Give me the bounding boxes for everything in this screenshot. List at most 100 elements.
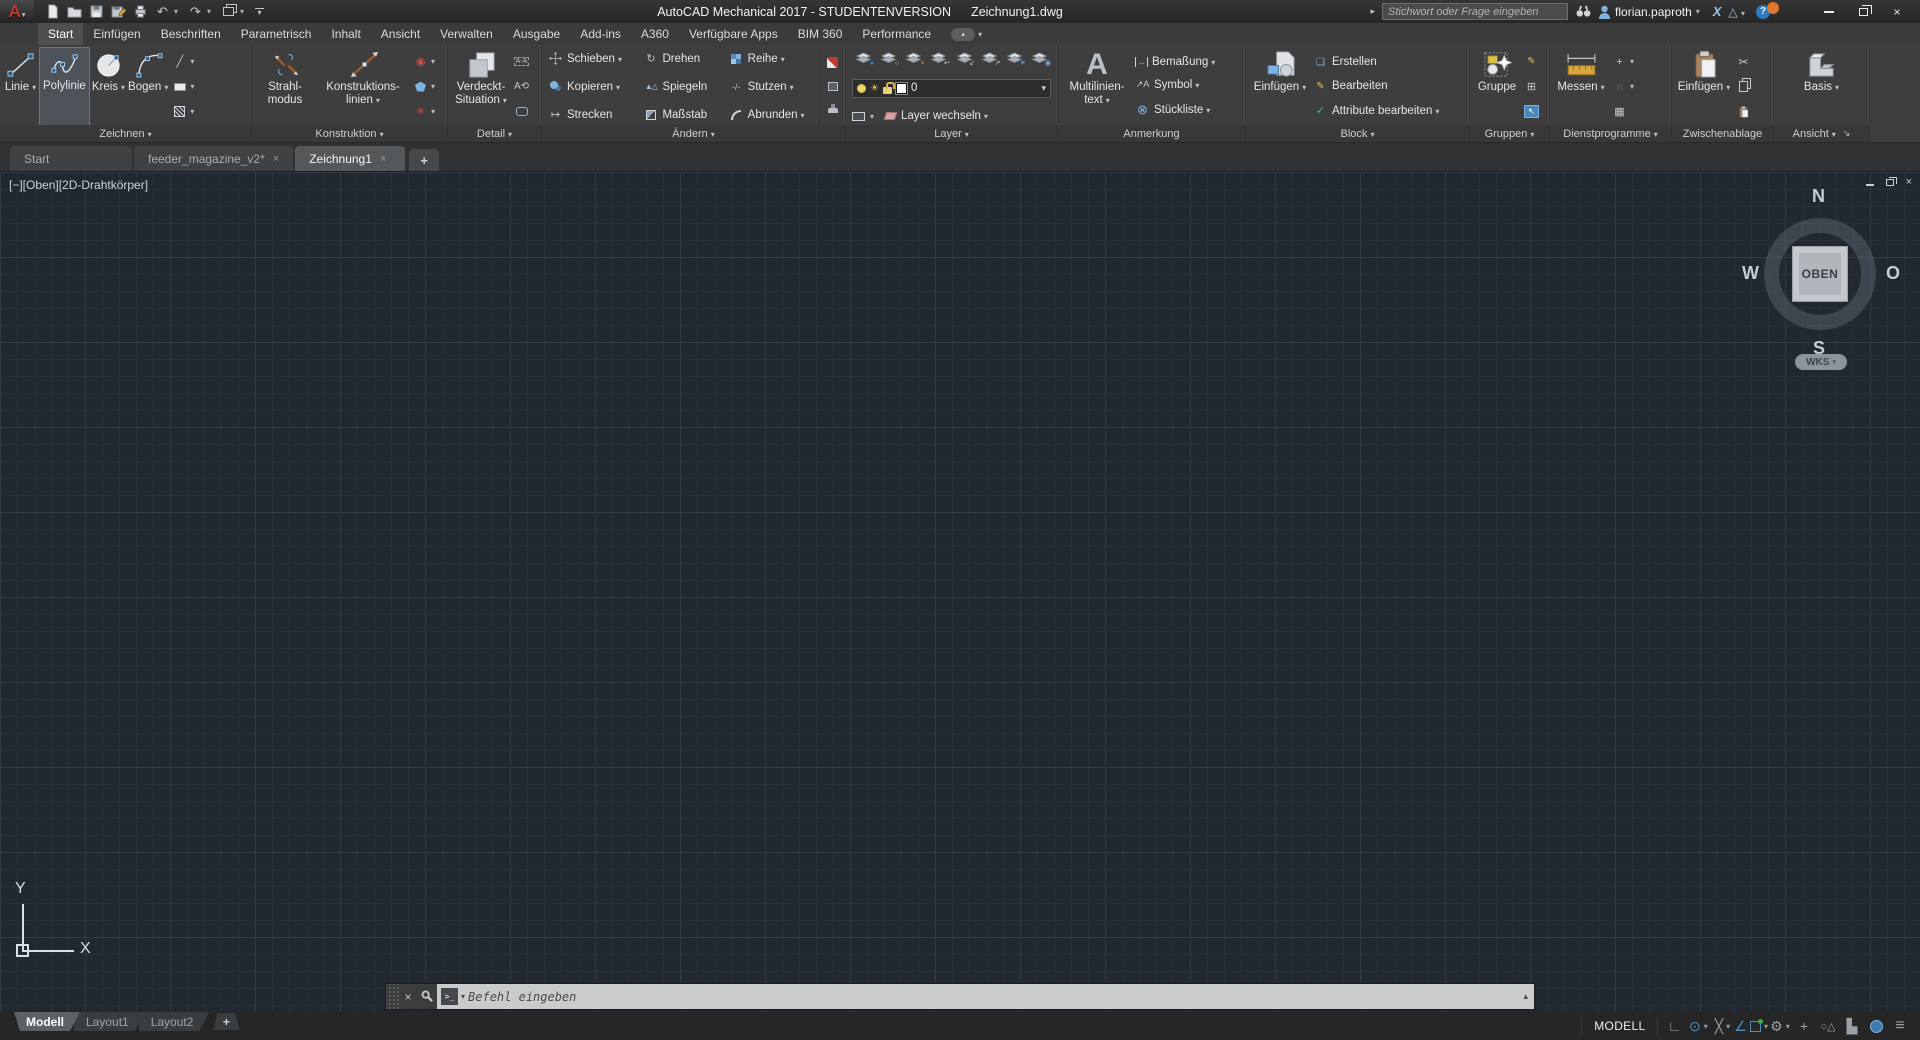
autodesk-exchange-button[interactable]: X bbox=[1713, 4, 1722, 19]
symbol-button[interactable]: ↗ASymbol bbox=[1135, 79, 1215, 91]
save-as-button[interactable] bbox=[108, 2, 129, 22]
mtext-button[interactable]: AMultilinien- text bbox=[1062, 48, 1132, 125]
tab-verwalten[interactable]: Verwalten bbox=[430, 23, 503, 45]
chevron-down-icon[interactable]: ▾ bbox=[1630, 57, 1634, 66]
chevron-down-icon[interactable]: ▾ bbox=[1786, 1022, 1790, 1031]
layer-unlock-icon[interactable] bbox=[883, 87, 892, 94]
paste-button[interactable]: Einfügen bbox=[1676, 48, 1732, 125]
kopieren-button[interactable]: Kopieren bbox=[548, 81, 631, 93]
plot-button[interactable] bbox=[130, 2, 151, 22]
panel-title-zeichnen[interactable]: Zeichnen bbox=[0, 125, 251, 142]
account-button[interactable]: florian.paproth ▾ bbox=[1598, 5, 1706, 19]
gruppe-button[interactable]: Gruppe bbox=[1474, 48, 1520, 125]
drawing-canvas[interactable]: [−][Oben][2D-Drahtkörper] × N W O S OBEN… bbox=[0, 172, 1920, 1012]
qat-customize-button[interactable]: ▾ bbox=[255, 8, 264, 15]
bemassung-button[interactable]: ↔Bemaßung bbox=[1135, 56, 1215, 68]
block-einfuegen-button[interactable]: Einfügen bbox=[1250, 48, 1310, 125]
close-tab-icon[interactable]: × bbox=[273, 153, 279, 165]
layer-thaw-sun-icon[interactable]: ☀ bbox=[870, 83, 879, 94]
gruppenauswahl-toggle[interactable]: ↖ bbox=[1523, 104, 1540, 119]
panel-title-ansicht[interactable]: Ansicht↘ bbox=[1774, 125, 1869, 142]
cut-button[interactable]: ✂ bbox=[1735, 54, 1752, 69]
stutzen-button[interactable]: -/-Stutzen bbox=[729, 81, 814, 93]
layer-isolate-button[interactable]: ● bbox=[852, 49, 874, 66]
id-punkt-button[interactable]: + bbox=[1611, 54, 1628, 69]
polar-tracking-toggle[interactable]: ╳▾ bbox=[1710, 1015, 1734, 1037]
linie-button[interactable]: Linie bbox=[4, 48, 37, 125]
redo-button[interactable]: ↷ bbox=[185, 2, 206, 22]
viewcube-east[interactable]: O bbox=[1886, 263, 1900, 284]
kreis-button[interactable]: Kreis bbox=[92, 48, 125, 125]
basis-button[interactable]: Basis bbox=[1794, 48, 1850, 125]
schnellauswahl-button[interactable]: ∩ bbox=[1611, 79, 1628, 94]
gruppe-bearbeiten-button[interactable]: ✎ bbox=[1523, 54, 1540, 69]
ribbon-minimize-control[interactable]: ▴▾ bbox=[951, 23, 982, 45]
blocks-toggle[interactable]: ▙ bbox=[1840, 1015, 1864, 1037]
a360-button[interactable]: △ ▾ bbox=[1728, 5, 1745, 19]
viewcube-west[interactable]: W bbox=[1742, 263, 1759, 284]
hardware-acceleration-toggle[interactable] bbox=[1864, 1015, 1888, 1037]
copy-clip-button[interactable] bbox=[1735, 79, 1752, 94]
file-tab-start[interactable]: Start bbox=[10, 146, 132, 171]
chevron-down-icon[interactable]: ▾ bbox=[190, 82, 194, 91]
verdeckt-situation-button[interactable]: Verdeckt- Situation bbox=[452, 48, 510, 125]
save-button[interactable] bbox=[86, 2, 107, 22]
wks-menu-button[interactable]: WKS▾ bbox=[1795, 354, 1847, 370]
panel-title-layer[interactable]: Layer bbox=[846, 125, 1057, 142]
minimize-button[interactable] bbox=[1812, 2, 1846, 22]
messen-button[interactable]: Messen bbox=[1554, 48, 1608, 125]
command-prompt-icon[interactable]: >_ bbox=[441, 988, 458, 1005]
panel-title-block[interactable]: Block bbox=[1246, 125, 1469, 142]
workspace-switch-button[interactable] bbox=[218, 2, 239, 22]
chevron-down-icon[interactable]: ▾ bbox=[431, 57, 435, 66]
command-input[interactable] bbox=[468, 990, 1520, 1004]
tab-verfuegbare-apps[interactable]: Verfügbare Apps bbox=[679, 23, 788, 45]
section-view-button[interactable]: A-A bbox=[513, 54, 530, 69]
layer-previous-button[interactable]: ↩ bbox=[928, 49, 950, 66]
reihe-button[interactable]: Reihe bbox=[729, 52, 814, 65]
notification-badge-icon[interactable] bbox=[1767, 2, 1779, 14]
schraffur-button[interactable] bbox=[171, 104, 188, 119]
new-file-button[interactable] bbox=[42, 2, 63, 22]
layout-tab-layout2[interactable]: Layout2 bbox=[139, 1012, 210, 1031]
rectangle-button[interactable] bbox=[171, 79, 188, 94]
detail-annotation-button[interactable]: A⟲ bbox=[513, 79, 530, 94]
search-expand-icon[interactable]: ▸ bbox=[1371, 6, 1376, 17]
panel-title-aendern[interactable]: Ändern bbox=[542, 125, 845, 142]
layer-state-icon[interactable] bbox=[852, 112, 865, 121]
stueckliste-button[interactable]: ⊗Stückliste bbox=[1135, 102, 1215, 118]
drehen-button[interactable]: ↻Drehen bbox=[643, 52, 716, 65]
annotation-monitor-toggle[interactable]: + bbox=[1792, 1015, 1816, 1037]
layer-unisolate-button[interactable]: ○ bbox=[877, 49, 899, 66]
close-tab-icon[interactable]: × bbox=[380, 153, 386, 165]
abrunden-button[interactable]: Abrunden bbox=[729, 108, 814, 121]
schieben-button[interactable]: Schieben bbox=[548, 52, 631, 65]
power-edit-button[interactable] bbox=[824, 79, 841, 94]
panel-title-dienstprogramme[interactable]: Dienstprogramme bbox=[1550, 125, 1671, 142]
centerline-cross-button[interactable]: ◉ bbox=[412, 54, 429, 69]
attribute-bearbeiten-button[interactable]: ✓Attribute bearbeiten bbox=[1313, 104, 1439, 117]
chevron-down-icon[interactable]: ▾ bbox=[1630, 82, 1634, 91]
tab-a360[interactable]: A360 bbox=[631, 23, 679, 45]
chevron-down-icon[interactable]: ▾ bbox=[431, 107, 435, 116]
paste-special-button[interactable] bbox=[1735, 104, 1752, 119]
tab-ausgabe[interactable]: Ausgabe bbox=[503, 23, 570, 45]
panel-title-detail[interactable]: Detail bbox=[448, 125, 541, 142]
konstruktionslinien-button[interactable]: Konstruktions- linien bbox=[317, 48, 409, 125]
chevron-down-icon[interactable]: ▾ bbox=[1041, 83, 1046, 94]
file-tab-zeichnung1[interactable]: Zeichnung1× bbox=[295, 146, 405, 171]
spiegeln-button[interactable]: ▲△Spiegeln bbox=[643, 81, 716, 93]
power-erase-button[interactable] bbox=[824, 103, 841, 118]
strecken-button[interactable]: ↦Strecken bbox=[548, 108, 631, 121]
chevron-down-icon[interactable]: ▾ bbox=[190, 57, 194, 66]
layer-on-bulb-icon[interactable] bbox=[857, 84, 866, 93]
tab-addins[interactable]: Add-ins bbox=[570, 23, 631, 45]
tab-einfuegen[interactable]: Einfügen bbox=[83, 23, 150, 45]
chevron-down-icon[interactable]: ▾ bbox=[1704, 1022, 1708, 1031]
grid-display-toggle[interactable]: ∟ bbox=[1662, 1015, 1686, 1037]
viewport-restore-icon[interactable] bbox=[1886, 179, 1894, 186]
chevron-down-icon[interactable]: ▾ bbox=[431, 82, 435, 91]
layer-on-button[interactable]: ↗ bbox=[978, 49, 1000, 66]
redo-dropdown[interactable]: ▾ bbox=[207, 7, 217, 16]
new-drawing-tab-button[interactable]: + bbox=[409, 149, 439, 171]
